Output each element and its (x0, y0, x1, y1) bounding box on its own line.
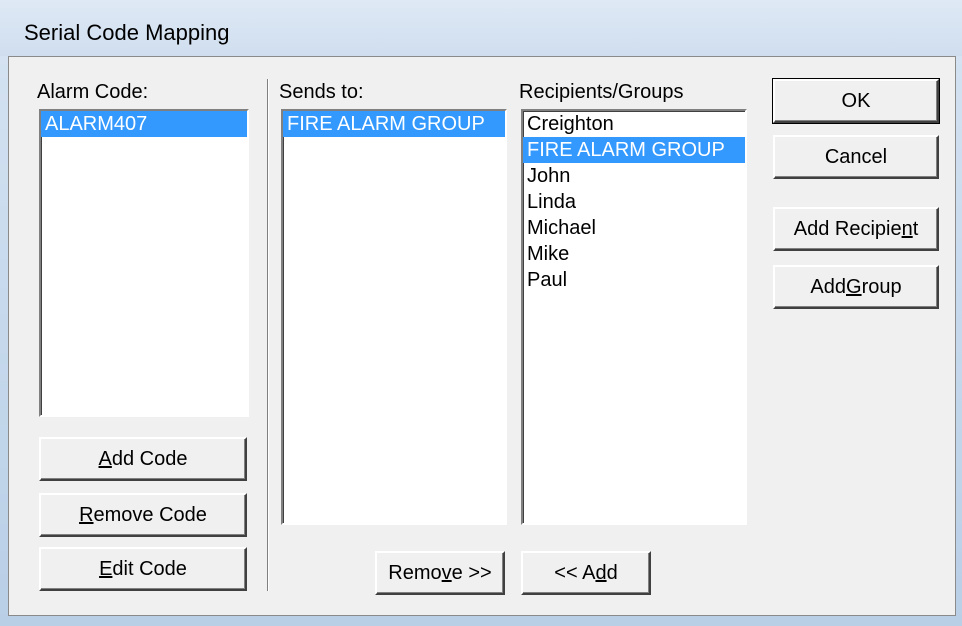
add-recipient-mnemonic: n (901, 217, 913, 240)
column-divider (267, 79, 269, 591)
list-item[interactable]: FIRE ALARM GROUP (283, 111, 505, 137)
remove-text-a: Remo (388, 561, 442, 584)
list-item[interactable]: Linda (523, 189, 745, 215)
add-group-text-b: roup (861, 275, 902, 298)
list-item[interactable]: Paul (523, 267, 745, 293)
alarm-code-listbox[interactable]: ALARM407 (39, 109, 249, 417)
add-code-text-b: dd Code (111, 447, 188, 470)
window-title: Serial Code Mapping (24, 20, 230, 45)
list-item[interactable]: Michael (523, 215, 745, 241)
add-mnemonic: d (595, 561, 607, 584)
add-button[interactable]: << Add (521, 551, 651, 595)
remove-text-b: e >> (451, 561, 492, 584)
remove-mnemonic: v (441, 561, 452, 584)
cancel-button[interactable]: Cancel (773, 135, 939, 179)
add-group-text-a: Add (810, 275, 846, 298)
add-text-b: d (606, 561, 618, 584)
edit-code-text-b: dit Code (112, 557, 187, 580)
title-bar[interactable]: Serial Code Mapping (0, 0, 962, 56)
add-group-button[interactable]: Add Group (773, 265, 939, 309)
alarm-code-label: Alarm Code: (37, 81, 149, 103)
remove-code-button[interactable]: Remove Code (39, 493, 247, 537)
add-group-mnemonic: G (846, 275, 862, 298)
remove-code-text-b: emove Code (93, 503, 207, 526)
edit-code-mnemonic: E (99, 557, 113, 580)
list-item[interactable]: Mike (523, 241, 745, 267)
add-text-a: << A (554, 561, 596, 584)
add-code-button[interactable]: Add Code (39, 437, 247, 481)
recipients-groups-listbox[interactable]: Creighton FIRE ALARM GROUP John Linda Michae… (521, 109, 747, 525)
ok-button[interactable]: OK (772, 78, 940, 124)
sends-to-label: Sends to: (279, 81, 364, 103)
remove-button[interactable]: Remo v e >> (375, 551, 505, 595)
add-code-mnemonic: A (98, 447, 112, 470)
add-recipient-text-a: Add Recipie (793, 217, 902, 240)
list-item[interactable]: Creighton (523, 111, 745, 137)
edit-code-button[interactable]: Edit Code (39, 547, 247, 591)
list-item[interactable]: FIRE ALARM GROUP (523, 137, 745, 163)
sends-to-listbox[interactable]: FIRE ALARM GROUP (281, 109, 507, 525)
remove-code-mnemonic: R (79, 503, 94, 526)
dialog-client-area: Alarm Code: ALARM407 Add Code Remove Cod… (8, 56, 956, 616)
recipients-groups-label: Recipients/Groups (519, 81, 684, 103)
add-recipient-text-b: t (912, 217, 919, 240)
list-item[interactable]: John (523, 163, 745, 189)
add-recipient-button[interactable]: Add Recipie n t (773, 207, 939, 251)
list-item[interactable]: ALARM407 (41, 111, 247, 137)
